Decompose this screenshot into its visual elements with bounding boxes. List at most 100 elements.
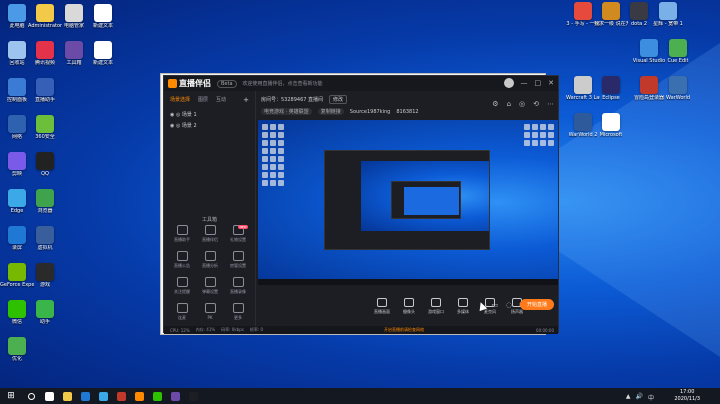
tool-item[interactable]: 直播公告 (168, 251, 196, 269)
warning-text[interactable]: 开启直播前请检查网络 (384, 327, 424, 333)
target-icon[interactable]: ◎ (519, 100, 525, 108)
share-button[interactable]: 复制链接 (317, 108, 344, 115)
category-button[interactable]: 电竞游戏 · 英雄联盟 (261, 108, 312, 115)
desktop-icon[interactable]: 360安全 (28, 115, 62, 140)
tool-item[interactable]: PK (196, 303, 224, 321)
tool-item[interactable]: 礼物设置 NEW (224, 225, 252, 243)
stream-preview[interactable] (258, 120, 558, 285)
edit-title-button[interactable]: 修改 (329, 95, 348, 104)
desktop-icon[interactable]: 虚拟机 (28, 226, 62, 251)
tool-label: 更多 (234, 315, 242, 320)
desktop-icon[interactable]: Eclipse (594, 76, 628, 101)
app-icon (36, 152, 54, 170)
app-icon (170, 391, 180, 401)
scene-item[interactable]: ◉ ◎ 场景 1 (164, 109, 255, 120)
app-icon (602, 76, 620, 94)
taskbar-app[interactable] (130, 388, 148, 404)
taskbar-app[interactable] (148, 388, 166, 404)
app-icon (62, 391, 72, 401)
start-live-button[interactable]: 开始直播 (519, 299, 554, 310)
status-bar: CPU: 12% 内存: 41% 码率: 0kbps 帧率: 0 开启直播前请检… (164, 326, 558, 334)
tool-item[interactable]: 直播助手 (168, 225, 196, 243)
desktop-icon-label: WarWorld (665, 95, 691, 101)
taskbar-app[interactable] (76, 388, 94, 404)
tool-item[interactable]: 直播分析 (196, 251, 224, 269)
desktop-icon-label: 游戏 (39, 282, 50, 288)
toolbar-button[interactable]: 多媒体 (451, 297, 475, 315)
app-icon (98, 391, 108, 401)
expand-icon[interactable]: ▭ (491, 301, 498, 309)
search-icon[interactable] (22, 388, 40, 404)
desktop-icon[interactable]: 新建文本 (86, 41, 120, 66)
clock[interactable]: 17:00 2020/11/3 (674, 389, 700, 403)
clock-time: 17:00 (679, 389, 695, 395)
desktop-icon[interactable]: 助手 (28, 300, 62, 325)
minimize-button[interactable]: — (521, 79, 528, 87)
desktop-icon[interactable]: 游戏 (28, 263, 62, 288)
maximize-button[interactable]: □ (535, 79, 542, 87)
app-icon (659, 2, 677, 20)
taskbar-app[interactable] (166, 388, 184, 404)
ime-icon[interactable]: 中 (648, 393, 654, 402)
tab-scenes[interactable]: 场景选择 (170, 96, 190, 104)
desktop-icon[interactable]: 星辉 - 宽带 1 (651, 2, 685, 27)
desktop-icon[interactable]: WarWorld (661, 76, 695, 101)
more-icon[interactable]: ⋯ (547, 100, 554, 108)
desktop-icon[interactable]: 优化 (0, 337, 34, 362)
desktop-icon-label: 剪映 (11, 171, 22, 177)
tool-item[interactable]: 弹幕设置 (196, 277, 224, 295)
desktop-icon-label: 工具箱 (66, 60, 82, 66)
taskbar-apps (40, 388, 202, 404)
toolbar-button[interactable]: 游戏窗口 (424, 297, 448, 315)
taskbar-app[interactable] (40, 388, 58, 404)
close-button[interactable]: ✕ (548, 79, 554, 87)
settings-icon[interactable]: ⚙ (492, 100, 498, 108)
app-icon (640, 76, 658, 94)
tools-title: 工具箱 (201, 217, 217, 223)
desktop-icon[interactable]: Cue Edit (661, 39, 695, 64)
desktop-icon[interactable]: QQ (28, 152, 62, 177)
avatar[interactable] (503, 78, 514, 88)
desktop-icon-label: 浏览器 (37, 208, 53, 214)
room-title: 房间号：53289467 直播间 (261, 97, 324, 103)
tool-item[interactable]: 房管设置 (224, 251, 252, 269)
app-icon (8, 337, 26, 355)
tool-item[interactable]: 直播录像 (224, 277, 252, 295)
tool-label: 连麦 (178, 315, 186, 320)
tool-item[interactable]: 更多 (224, 303, 252, 321)
desktop-icon[interactable]: 直播助手 (28, 78, 62, 103)
toolbar-label: 游戏窗口 (428, 308, 444, 314)
scene-item[interactable]: ◉ ◎ 场景 2 (164, 120, 255, 131)
app-icon (8, 189, 26, 207)
tab-interact[interactable]: 互动 (216, 96, 226, 104)
tool-item[interactable]: 连麦 (168, 303, 196, 321)
desktop-icon[interactable]: 新建文本 (86, 4, 120, 29)
taskbar-app[interactable] (112, 388, 130, 404)
app-icon (8, 263, 26, 281)
taskbar-app[interactable] (58, 388, 76, 404)
add-scene-icon[interactable]: + (243, 96, 249, 104)
app-icon (65, 4, 83, 22)
refresh-icon[interactable]: ⟲ (533, 100, 539, 108)
start-button[interactable]: ⊞ (0, 388, 22, 404)
desktop-icon[interactable]: Microsoft (594, 113, 628, 138)
tab-layers[interactable]: 图层 (198, 96, 208, 104)
version-badge[interactable]: Beta (217, 79, 237, 88)
toolbar-button[interactable]: 摄像头 (397, 297, 421, 315)
app-icon (36, 300, 54, 318)
tool-item[interactable]: 关注提醒 (168, 277, 196, 295)
home-icon[interactable]: ⌂ (507, 100, 511, 108)
desktop-icon[interactable]: 浏览器 (28, 189, 62, 214)
beauty-icon[interactable]: ◌ (506, 301, 512, 309)
mem-status: 内存: 41% (195, 327, 216, 332)
volume-icon[interactable]: 🔊 (636, 393, 643, 402)
taskbar-app[interactable] (94, 388, 112, 404)
toolbar-label: 麦克风 (484, 308, 496, 314)
toolbar-button[interactable]: 直播画面 (370, 297, 394, 315)
notice-text[interactable]: 欢迎使用直播伴侣，点击查看新功能 (243, 80, 323, 87)
tray-expand-icon[interactable]: ▲ (626, 393, 631, 402)
taskbar-app[interactable] (184, 388, 202, 404)
tool-item[interactable]: 直播伴侣 (196, 225, 224, 243)
app-icon (8, 300, 26, 318)
desktop-icon-label: 冒险岛登录器 (633, 95, 664, 101)
